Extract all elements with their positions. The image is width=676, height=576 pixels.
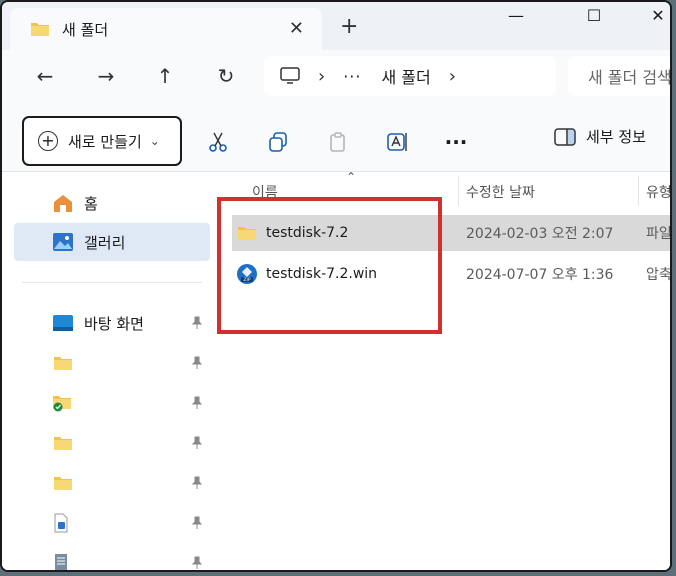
sidebar-item-folder-2[interactable] [14,424,210,462]
desktop-icon [53,315,73,331]
gallery-icon [53,233,73,251]
forward-button[interactable]: → [92,64,120,88]
pin-icon[interactable] [190,316,204,330]
sort-ascending-icon: ⌃ [346,170,357,184]
back-button[interactable]: ← [31,64,59,88]
tab-title: 새 폴더 [62,20,109,39]
navigation-bar: ← → ↑ ↻ › ··· 새 폴더 › 새 폴더 검색 [2,50,670,106]
rename-button[interactable] [384,128,412,156]
rename-icon [387,133,407,151]
folder-icon [31,23,49,36]
chevron-down-icon: ⌄ [149,134,160,148]
sidebar-item-label: 홈 [84,194,98,213]
folder-icon [54,477,72,490]
search-input[interactable]: 새 폴더 검색 [568,56,670,96]
breadcrumb-separator-end[interactable]: › [449,66,456,87]
refresh-button[interactable]: ↻ [212,64,240,88]
text-file-icon [55,554,67,570]
sidebar-item-home[interactable]: 홈 [14,184,210,222]
pin-icon[interactable] [190,436,204,450]
maximize-button[interactable]: ☐ [574,6,614,30]
copy-icon [269,132,287,152]
file-modified: 2024-07-07 오후 1:36 [466,267,614,283]
column-header-modified[interactable]: 수정한 날짜 [466,182,535,202]
tab-bar: 새 폴더 ✕ + — ☐ ✕ [2,2,670,50]
up-button[interactable]: ↑ [151,64,179,88]
pin-icon[interactable] [190,556,204,570]
details-button[interactable]: 세부 정보 [554,126,646,147]
copy-button[interactable] [264,128,292,156]
sidebar-item-folder-3[interactable] [14,464,210,502]
plus-icon: + [38,131,58,151]
sidebar-item-text-file[interactable] [14,544,210,570]
file-type: 파일 [646,226,672,242]
file-modified: 2024-02-03 오전 2:07 [466,226,614,242]
breadcrumb-separator: › [318,65,326,87]
pin-icon[interactable] [190,356,204,370]
sidebar-item-label: 바탕 화면 [84,314,144,333]
sidebar-divider [22,282,202,283]
file-type: 압축 [646,267,672,283]
details-pane-icon [554,127,576,146]
column-divider[interactable] [458,176,459,206]
new-button[interactable]: + 새로 만들기 ⌄ [22,116,182,166]
cut-button[interactable] [204,128,232,156]
navigation-pane: 홈 갤러리 바탕 화면 [2,172,212,570]
new-tab-button[interactable]: + [340,14,358,39]
pin-icon[interactable] [190,516,204,530]
details-label: 세부 정보 [586,128,646,146]
red-highlight-box [217,197,442,334]
sidebar-item-folder-synced[interactable] [14,384,210,422]
sidebar-item-document[interactable] [14,504,210,542]
column-divider[interactable] [638,176,639,206]
file-explorer-window: 새 폴더 ✕ + — ☐ ✕ ← → ↑ ↻ › ··· 새 폴더 › 새 폴더… [0,0,672,572]
breadcrumb-more[interactable]: ··· [343,67,361,86]
minimize-button[interactable]: — [496,6,536,30]
close-window-button[interactable]: ✕ [638,6,670,30]
cut-icon [209,132,227,152]
more-options-icon[interactable]: ··· [442,128,470,156]
paste-button[interactable] [324,128,352,156]
breadcrumb-current[interactable]: 새 폴더 [381,64,430,88]
folder-synced-icon [53,396,71,412]
sidebar-item-folder-1[interactable] [14,344,210,382]
pin-icon[interactable] [190,476,204,490]
tab-close-icon[interactable]: ✕ [289,18,304,39]
document-icon [54,513,68,533]
sidebar-item-gallery[interactable]: 갤러리 [14,223,210,261]
column-header-type[interactable]: 유형 [646,182,670,202]
monitor-icon [280,67,300,84]
folder-icon [54,357,72,370]
sidebar-item-desktop[interactable]: 바탕 화면 [14,304,210,342]
address-bar[interactable]: › ··· 새 폴더 › [264,56,556,96]
new-button-label: 새로 만들기 [68,132,142,151]
home-icon [54,195,72,212]
command-bar: + 새로 만들기 ⌄ ··· 세부 정보 [2,106,670,172]
folder-icon [54,437,72,450]
paste-icon [330,132,345,152]
tab-new-folder[interactable]: 새 폴더 ✕ [10,8,322,50]
file-list: 이름 ⌃ 수정한 날짜 유형 testdisk-7.2 2024-02-03 오… [212,170,672,570]
pin-icon[interactable] [190,396,204,410]
sidebar-item-label: 갤러리 [84,233,126,252]
